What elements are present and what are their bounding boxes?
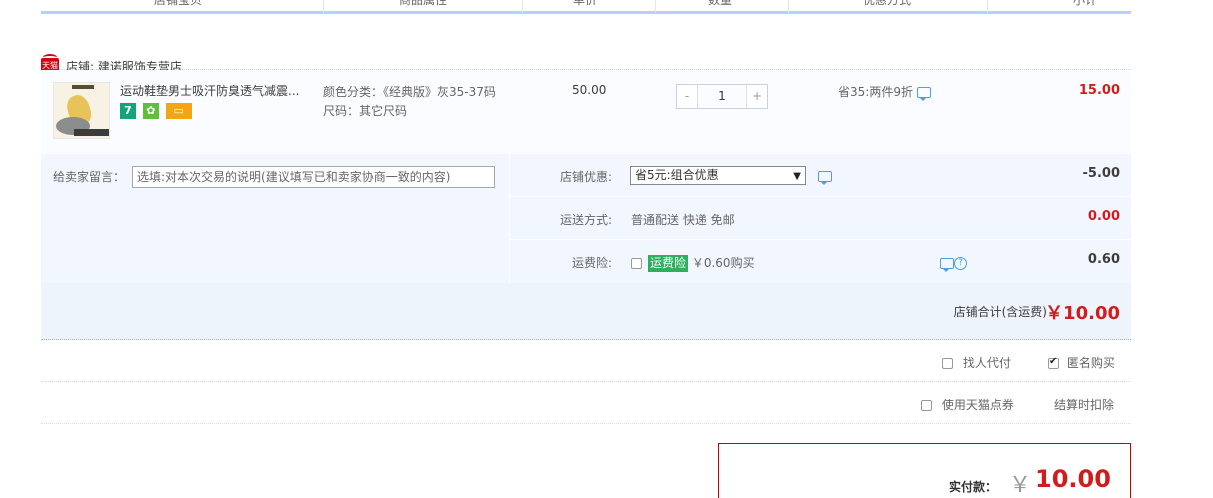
promo-text: 省35:两件9折 <box>838 83 931 101</box>
shipping-amount: 0.00 <box>1087 209 1120 224</box>
shipping-value: 普通配送 快递 免邮 <box>631 213 735 227</box>
product-thumbnail[interactable] <box>53 82 110 139</box>
cart-item-row: 运动鞋垫男士吸汗防臭透气减震... 7 ✿ ▭ 颜色分类：《经典版》灰35-37… <box>41 70 1131 154</box>
header-divider <box>788 0 789 13</box>
seller-message-input[interactable]: 选填:对本次交易的说明(建议填写已和卖家协商一致的内容) <box>132 166 495 188</box>
shipping-label: 运送方式: <box>559 213 612 227</box>
col-unit-price: 单价 <box>573 0 598 7</box>
order-page: 店铺宝贝 商品属性 单价 数量 优惠方式 小计 天猫 店铺: 建诺服饰专营店 运… <box>41 0 1131 424</box>
chat-bubble-icon[interactable] <box>818 171 832 185</box>
dropdown-arrow-icon: ▼ <box>793 171 801 182</box>
chat-bubble-icon[interactable] <box>940 258 954 272</box>
shop-total-label: 店铺合计(含运费) <box>953 305 1047 319</box>
col-discount: 优惠方式 <box>863 0 912 7</box>
quantity-stepper: - 1 + <box>676 84 768 109</box>
seven-day-return-icon[interactable]: 7 <box>120 103 136 119</box>
find-pay-option[interactable]: 找人代付 <box>942 354 1011 371</box>
product-title-link[interactable]: 运动鞋垫男士吸汗防臭透气减震... <box>120 83 316 99</box>
attr-color: 颜色分类：《经典版》灰35-37码 <box>323 85 496 99</box>
shipping-row: 运送方式: 普通配送 快递 免邮 0.00 <box>510 197 1131 240</box>
anonymous-checkbox[interactable] <box>1048 356 1059 369</box>
shop-total-amount: ￥10.00 <box>1045 303 1120 324</box>
product-attributes: 颜色分类：《经典版》灰35-37码 尺码：其它尺码 <box>323 83 496 121</box>
attr-size: 尺码：其它尺码 <box>323 104 408 118</box>
shop-discount-amount: -5.00 <box>1082 166 1120 181</box>
shop-discount-select[interactable]: 省5元:组合优惠 ▼ <box>630 166 806 185</box>
col-attributes: 商品属性 <box>399 0 448 7</box>
anonymous-label: 匿名购买 <box>1066 356 1115 370</box>
tmall-points-label: 使用天猫点券 <box>941 398 1014 412</box>
insurance-option: 运费险 ￥0.60购买 <box>631 254 755 272</box>
unit-price: 50.00 <box>572 83 607 97</box>
header-divider <box>987 0 988 13</box>
anonymous-option[interactable]: 匿名购买 <box>1048 354 1115 371</box>
settle-deduct-text: 结算时扣除 <box>1054 398 1115 412</box>
actual-payment-label: 实付款： <box>949 480 998 494</box>
item-subtotal: 15.00 <box>1078 83 1120 98</box>
col-quantity: 数量 <box>708 0 733 7</box>
shop-discount-label: 店铺优惠: <box>559 170 612 184</box>
shop-total-row: 店铺合计(含运费) ￥10.00 <box>41 283 1131 340</box>
promo-label: 省35:两件9折 <box>838 85 913 99</box>
insurance-help: ? <box>940 256 967 272</box>
insurance-checkbox[interactable] <box>631 258 642 269</box>
insurance-amount: 0.60 <box>1087 252 1120 267</box>
header-divider <box>655 0 656 13</box>
table-header: 店铺宝贝 商品属性 单价 数量 优惠方式 小计 <box>41 0 1131 14</box>
qty-input[interactable]: 1 <box>697 85 747 108</box>
question-icon[interactable]: ? <box>954 257 967 270</box>
gift-icon[interactable]: ✿ <box>142 103 159 119</box>
insurance-row: 运费险: 运费险 ￥0.60购买 ? 0.60 <box>510 240 1131 283</box>
insurance-price: ￥0.60购买 <box>691 256 755 270</box>
col-subtotal: 小计 <box>1073 0 1098 7</box>
thumbnail-top-band <box>72 85 94 89</box>
header-divider <box>323 0 324 13</box>
shop-discount-row: 店铺优惠: 省5元:组合优惠 ▼ -5.00 <box>510 154 1131 197</box>
pay-options-row: 找人代付 匿名购买 <box>41 340 1131 382</box>
qty-decrease-button[interactable]: - <box>677 85 697 108</box>
qty-increase-button[interactable]: + <box>747 85 767 108</box>
credit-card-icon[interactable]: ▭ <box>165 103 192 119</box>
currency-symbol: ￥ <box>1009 473 1032 498</box>
seller-message-label: 给卖家留言： <box>53 170 126 184</box>
col-shop-item: 店铺宝贝 <box>154 0 203 7</box>
find-pay-label: 找人代付 <box>962 356 1011 370</box>
tmall-points-checkbox[interactable] <box>921 400 932 411</box>
header-divider <box>522 0 523 13</box>
shop-discount-selected: 省5元:组合优惠 <box>635 168 719 182</box>
chat-bubble-icon[interactable] <box>916 87 931 101</box>
order-extra-panel: 给卖家留言： 选填:对本次交易的说明(建议填写已和卖家协商一致的内容) 店铺优惠… <box>41 154 1131 283</box>
insurance-tag: 运费险 <box>648 255 689 272</box>
insurance-label: 运费险: <box>571 256 612 270</box>
service-badges: 7 ✿ ▭ <box>120 103 195 119</box>
find-pay-checkbox[interactable] <box>942 358 953 369</box>
thumbnail-bottom-band <box>74 129 109 136</box>
shop-row: 天猫 店铺: 建诺服饰专营店 <box>41 14 1131 74</box>
actual-payment-box: 实付款： ￥ 10.00 <box>718 443 1131 498</box>
tmall-points-option[interactable]: 使用天猫点券 <box>921 396 1014 413</box>
points-row: 使用天猫点券 结算时扣除 <box>41 382 1131 424</box>
actual-payment-amount: 10.00 <box>1035 465 1111 493</box>
